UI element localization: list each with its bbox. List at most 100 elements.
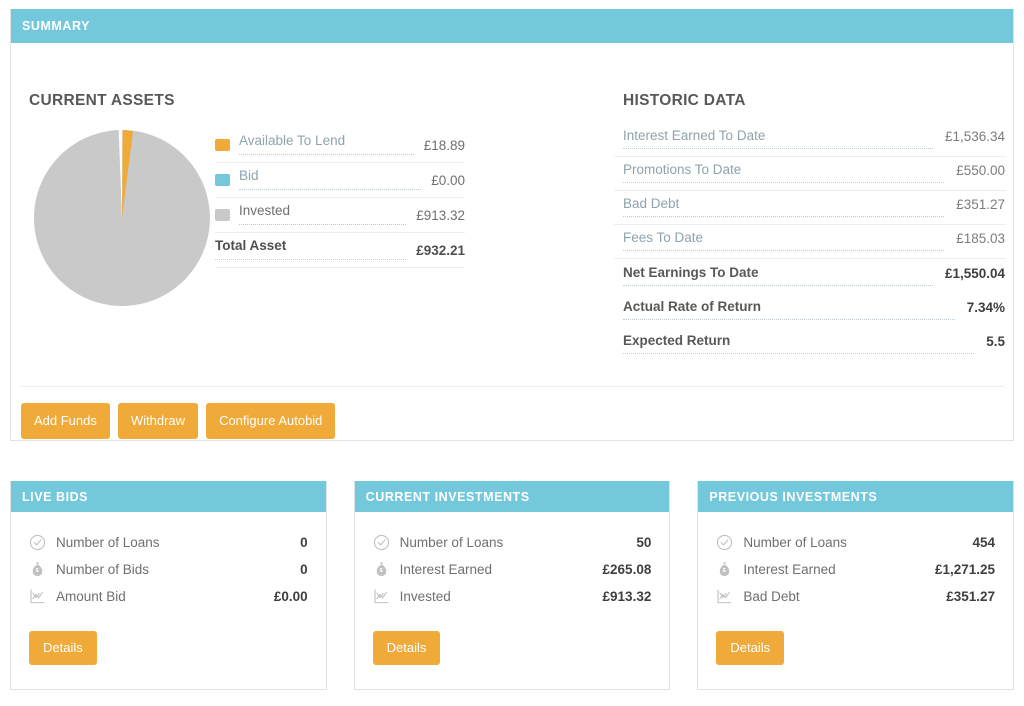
card-row-value-bad-debt: £351.27 [946, 589, 996, 604]
historic-data-title: HISTORIC DATA [623, 92, 746, 109]
card-row-value-number-of-loans: 50 [636, 535, 652, 550]
card-row-value-number-of-loans: 0 [300, 535, 308, 550]
legend-row-bid[interactable]: Bid £0.00 [215, 163, 465, 198]
card-row-number-of-bids: Number of Bids 0 [29, 556, 308, 583]
swatch-invested [215, 209, 230, 221]
historic-data-table: Interest Earned To Date £1,536.34 Promot… [614, 123, 1006, 361]
card-row-label-number-of-loans: Number of Loans [743, 535, 847, 550]
card-row-interest-earned: Interest Earned £265.08 [373, 556, 651, 583]
current-assets-pie-chart [20, 123, 215, 308]
card-live-bids-body: Number of Loans 0 Number of Bids 0 Amoun… [11, 512, 326, 610]
card-previous-investments-header: PREVIOUS INVESTMENTS [698, 481, 1014, 512]
card-row-value-interest-earned: £1,271.25 [934, 562, 996, 577]
historic-row-interest-earned-to-date[interactable]: Interest Earned To Date £1,536.34 [614, 123, 1006, 157]
legend-label-total-asset: Total Asset [215, 238, 407, 260]
card-previous-investments-title: PREVIOUS INVESTMENTS [709, 489, 878, 504]
historic-label-bad-debt: Bad Debt [623, 196, 945, 217]
line-chart-icon [373, 588, 390, 605]
money-bag-icon [716, 561, 733, 578]
previous-investments-details-button[interactable]: Details [716, 631, 785, 665]
summary-panel-header: SUMMARY [11, 9, 1013, 43]
historic-value-bad-debt: £351.27 [956, 197, 1005, 212]
summary-panel: SUMMARY CURRENT ASSETS Available To Lend… [10, 9, 1014, 441]
legend-value-total-asset: £932.21 [416, 242, 465, 258]
card-current-investments-title: CURRENT INVESTMENTS [365, 489, 530, 504]
card-live-bids-title: LIVE BIDS [22, 489, 89, 504]
historic-value-expected-return: 5.5 [986, 334, 1005, 349]
card-row-number-of-loans: Number of Loans 0 [29, 529, 308, 556]
card-current-investments-footer: Details [355, 610, 670, 689]
add-funds-button[interactable]: Add Funds [21, 403, 110, 439]
card-row-label-amount-bid: Amount Bid [56, 589, 126, 604]
card-row-value-number-of-loans: 454 [972, 535, 996, 550]
check-circle-icon [716, 534, 733, 551]
card-live-bids-header: LIVE BIDS [11, 481, 326, 512]
card-row-label-invested: Invested [399, 589, 451, 604]
card-current-investments: CURRENT INVESTMENTS Number of Loans 50 I… [353, 481, 671, 690]
swatch-available-to-lend [215, 139, 230, 151]
card-row-value-number-of-bids: 0 [300, 562, 308, 577]
summary-action-buttons: Add Funds Withdraw Configure Autobid [21, 403, 336, 439]
historic-label-expected-return: Expected Return [623, 333, 975, 354]
historic-row-net-earnings-to-date[interactable]: Net Earnings To Date £1,550.04 [614, 259, 1006, 293]
legend-row-invested[interactable]: Invested £913.32 [215, 198, 465, 233]
historic-label-interest-earned-to-date: Interest Earned To Date [623, 128, 933, 149]
card-current-investments-header: CURRENT INVESTMENTS [354, 481, 670, 512]
current-assets-title: CURRENT ASSETS [29, 92, 175, 109]
current-assets-section: CURRENT ASSETS Available To Lend £18.89 … [20, 92, 520, 308]
card-row-label-bad-debt: Bad Debt [743, 589, 800, 604]
historic-row-expected-return[interactable]: Expected Return 5.5 [614, 327, 1006, 361]
summary-divider [21, 386, 1004, 387]
legend-value-bid: £0.00 [431, 172, 465, 188]
card-row-number-of-loans: Number of Loans 50 [373, 529, 652, 556]
historic-label-promotions-to-date: Promotions To Date [623, 162, 945, 183]
historic-value-promotions-to-date: £550.00 [956, 163, 1005, 178]
withdraw-button[interactable]: Withdraw [117, 403, 199, 439]
check-circle-icon [29, 534, 46, 551]
card-row-label-number-of-bids: Number of Bids [56, 562, 150, 577]
line-chart-icon [29, 588, 46, 605]
card-row-label-number-of-loans: Number of Loans [399, 535, 504, 550]
current-investments-details-button[interactable]: Details [372, 631, 441, 665]
dashboard-page: SUMMARY CURRENT ASSETS Available To Lend… [0, 0, 1024, 706]
card-row-label-interest-earned: Interest Earned [399, 562, 492, 577]
card-previous-investments-footer: Details [698, 610, 1013, 689]
legend-row-total-asset[interactable]: Total Asset £932.21 [215, 233, 465, 268]
historic-value-actual-rate-of-return: 7.34% [966, 300, 1005, 315]
card-row-invested: Invested £913.32 [373, 583, 652, 610]
card-row-number-of-loans: Number of Loans 454 [716, 529, 995, 556]
card-row-value-invested: £913.32 [602, 589, 652, 604]
historic-label-actual-rate-of-return: Actual Rate of Return [623, 299, 955, 320]
historic-row-fees-to-date[interactable]: Fees To Date £185.03 [614, 225, 1006, 259]
live-bids-details-button[interactable]: Details [29, 631, 97, 665]
historic-value-interest-earned-to-date: £1,536.34 [944, 129, 1005, 144]
historic-label-net-earnings-to-date: Net Earnings To Date [623, 265, 933, 286]
money-bag-icon [29, 561, 46, 578]
check-circle-icon [373, 534, 390, 551]
historic-value-fees-to-date: £185.03 [956, 231, 1005, 246]
summary-panel-title: SUMMARY [22, 19, 90, 33]
historic-row-bad-debt[interactable]: Bad Debt £351.27 [614, 191, 1006, 225]
money-bag-icon [373, 561, 390, 578]
summary-cards-row: LIVE BIDS Number of Loans 0 Number of Bi… [10, 481, 1015, 690]
legend-label-invested: Invested [239, 203, 407, 225]
historic-value-net-earnings-to-date: £1,550.04 [944, 266, 1005, 281]
historic-data-section: HISTORIC DATA Interest Earned To Date £1… [614, 92, 1006, 361]
card-previous-investments-body: Number of Loans 454 Interest Earned £1,2… [698, 512, 1013, 610]
card-row-label-number-of-loans: Number of Loans [56, 535, 160, 550]
legend-value-available-to-lend: £18.89 [423, 137, 465, 153]
historic-row-actual-rate-of-return[interactable]: Actual Rate of Return 7.34% [614, 293, 1006, 327]
configure-autobid-button[interactable]: Configure Autobid [206, 403, 336, 439]
card-row-interest-earned: Interest Earned £1,271.25 [716, 556, 995, 583]
legend-row-available-to-lend[interactable]: Available To Lend £18.89 [215, 128, 465, 163]
legend-value-invested: £913.32 [416, 207, 465, 223]
historic-row-promotions-to-date[interactable]: Promotions To Date £550.00 [614, 157, 1006, 191]
legend-label-bid: Bid [239, 168, 422, 190]
swatch-bid [215, 174, 230, 186]
card-row-label-interest-earned: Interest Earned [743, 562, 836, 577]
card-current-investments-body: Number of Loans 50 Interest Earned £265.… [355, 512, 670, 610]
pie-chart-svg [33, 130, 210, 306]
legend-label-available-to-lend: Available To Lend [239, 133, 414, 155]
card-live-bids-footer: Details [11, 610, 326, 689]
card-previous-investments: PREVIOUS INVESTMENTS Number of Loans 454 [697, 481, 1015, 690]
